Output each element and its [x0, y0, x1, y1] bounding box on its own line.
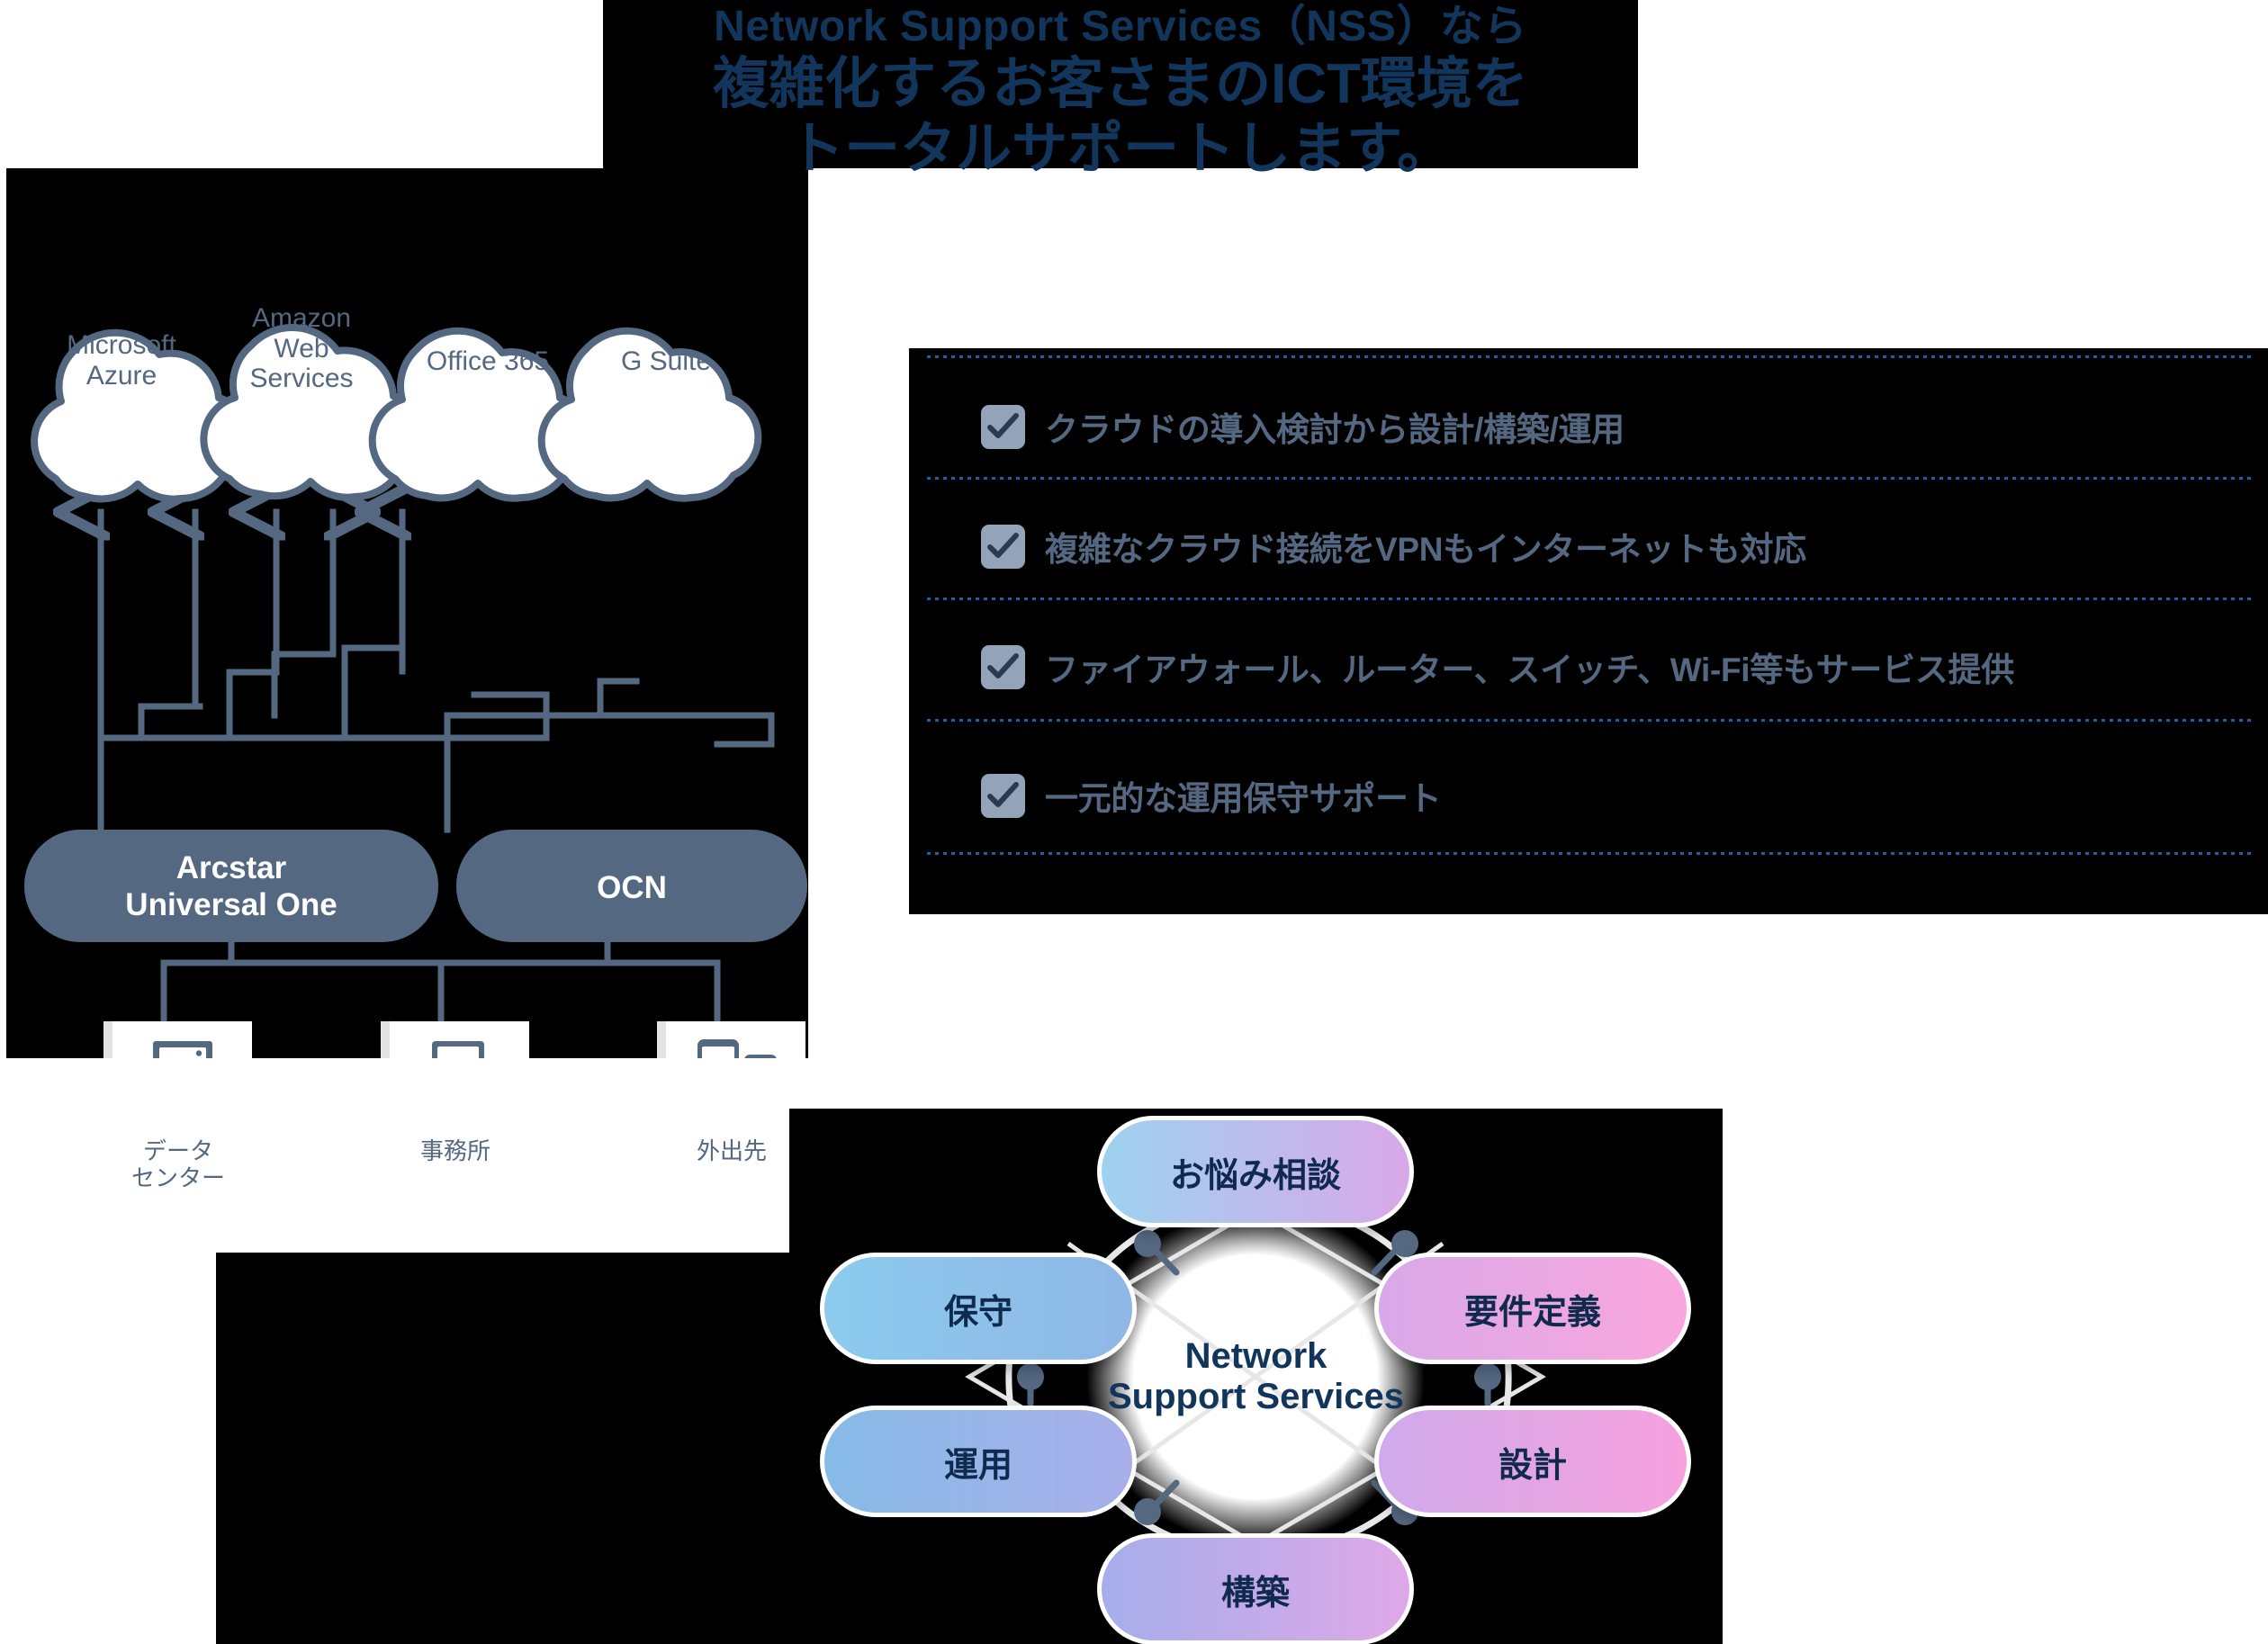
feature-checklist: クラウドの導入検討から設計/構築/運用 複雑なクラウド接続をVPNもインターネッ…	[909, 348, 2268, 914]
service-cycle-diagram: お悩み相談 要件定義 設計 構築 運用 保守 Network Support S…	[789, 1109, 1723, 1644]
cycle-step-top[interactable]: お悩み相談	[1097, 1116, 1414, 1227]
checklist-item-3: 一元的な運用保守サポート	[981, 771, 1442, 820]
checklist-item-2: ファイアウォール、ルーター、スイッチ、Wi-Fi等もサービス提供	[981, 642, 2014, 691]
cycle-step-left-lower[interactable]: 運用	[820, 1406, 1137, 1517]
cycle-step-label: 運用	[943, 1446, 1012, 1485]
checklist-item-label: 一元的な運用保守サポート	[1045, 780, 1442, 817]
checkbox-checked-icon	[981, 644, 1025, 689]
cycle-step-left-upper[interactable]: 保守	[820, 1253, 1137, 1364]
checklist-divider-0	[927, 355, 2255, 358]
checklist-divider-2	[927, 597, 2255, 600]
page-root: Network Support Services（NSS）なら 複雑化するお客さ…	[0, 0, 2268, 1644]
network-diagram: Microsoft Azure Amazon Web Services Offi…	[6, 168, 808, 1191]
device-caption-office: 事務所	[419, 1137, 490, 1164]
checklist-item-label: 複雑なクラウド接続をVPNもインターネットも対応	[1045, 531, 1806, 568]
device-caption-datacenter: データ センター	[130, 1137, 225, 1191]
checklist-item-1: 複雑なクラウド接続をVPNもインターネットも対応	[981, 522, 1806, 570]
network-label-ocn: OCN	[597, 870, 667, 905]
checklist-item-0: クラウドの導入検討から設計/構築/運用	[981, 402, 1624, 451]
cycle-step-label: 要件定義	[1463, 1293, 1601, 1332]
checklist-divider-3	[927, 719, 2255, 722]
cycle-step-right-lower[interactable]: 設計	[1374, 1406, 1691, 1517]
checklist-item-label: クラウドの導入検討から設計/構築/運用	[1045, 411, 1624, 448]
header-line-2: 複雑化するお客さまのICT環境を	[713, 53, 1528, 116]
checkbox-checked-icon	[981, 773, 1025, 818]
checklist-divider-1	[927, 477, 2255, 480]
network-diagram-svg	[24, 324, 807, 1058]
page-header: Network Support Services（NSS）なら 複雑化するお客さ…	[603, 0, 1638, 180]
header-line-1: Network Support Services（NSS）なら	[714, 3, 1527, 50]
checkbox-checked-icon	[981, 404, 1025, 449]
cycle-step-label: 構築	[1220, 1574, 1290, 1613]
checklist-divider-4	[927, 852, 2255, 855]
cycle-step-label: お悩み相談	[1169, 1156, 1341, 1195]
cycle-step-label: 保守	[943, 1293, 1012, 1332]
cycle-step-bottom[interactable]: 構築	[1097, 1533, 1414, 1644]
network-label-arcstar: Arcstar Universal One	[125, 850, 338, 923]
checkbox-checked-icon	[981, 524, 1025, 569]
cycle-step-label: 設計	[1498, 1446, 1567, 1485]
server-rack-icon	[153, 1041, 212, 1058]
header-line-3: トータルサポートします。	[788, 117, 1453, 180]
checklist-item-label: ファイアウォール、ルーター、スイッチ、Wi-Fi等もサービス提供	[1045, 651, 2014, 688]
cycle-step-right-upper[interactable]: 要件定義	[1374, 1253, 1691, 1364]
